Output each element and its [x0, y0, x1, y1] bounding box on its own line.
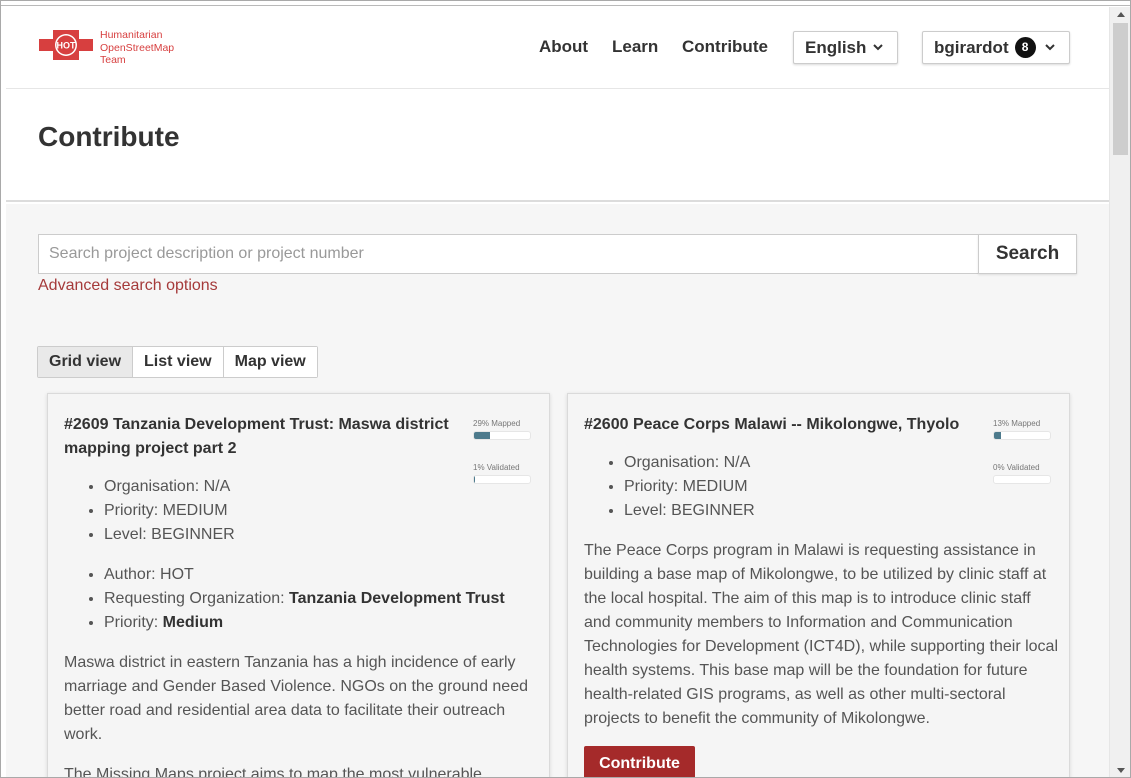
requesting-organization: Requesting Organization: Tanzania Develo…: [104, 587, 539, 611]
validated-label: 1% Validated: [473, 463, 520, 472]
priority-value: Medium: [162, 614, 224, 631]
logo-abbr: HOT: [57, 41, 77, 51]
user-menu-dropdown[interactable]: bgirardot 8: [922, 31, 1070, 64]
mapped-progress: 29% Mapped: [473, 419, 533, 440]
hot-logo[interactable]: HOT Humanitarian OpenStreetMap Team: [37, 27, 187, 67]
project-card[interactable]: #2609 Tanzania Development Trust: Maswa …: [47, 393, 550, 778]
scrollbar-thumb[interactable]: [1113, 23, 1128, 155]
nav-contribute[interactable]: Contribute: [682, 37, 768, 57]
nav-learn[interactable]: Learn: [612, 37, 658, 57]
project-details: Organisation: N/A Priority: MEDIUM Level…: [584, 451, 1059, 731]
project-info-list: Author: HOT Requesting Organization: Tan…: [64, 563, 539, 635]
page-title: Contribute: [38, 121, 180, 152]
project-meta-list: Organisation: N/A Priority: MEDIUM Level…: [64, 475, 539, 547]
project-description: Maswa district in eastern Tanzania has a…: [64, 654, 528, 743]
project-card[interactable]: #2600 Peace Corps Malawi -- Mikolongwe, …: [567, 393, 1070, 777]
title-area: Contribute: [6, 90, 1109, 202]
grid-view-button[interactable]: Grid view: [38, 347, 134, 377]
req-org-label: Requesting Organization:: [104, 590, 289, 607]
hot-logo-icon: HOT: [39, 30, 93, 60]
project-description: The Peace Corps program in Malawi is req…: [584, 542, 1058, 727]
main-content: Search Advanced search options Grid view…: [6, 204, 1109, 778]
mapped-progress: 13% Mapped: [993, 419, 1053, 440]
scroll-up-arrow-icon[interactable]: [1110, 7, 1131, 23]
priority: Priority: MEDIUM: [104, 499, 539, 523]
level: Level: BEGINNER: [104, 523, 539, 547]
list-view-button[interactable]: List view: [133, 347, 224, 377]
map-view-button[interactable]: Map view: [223, 347, 317, 377]
scroll-down-arrow-icon[interactable]: [1110, 762, 1131, 778]
window-top-edge: [1, 1, 1130, 6]
logo-line-1: Humanitarian: [100, 29, 163, 41]
organisation: Organisation: N/A: [624, 451, 1059, 475]
priority-detail: Priority: Medium: [104, 611, 539, 635]
req-org-value: Tanzania Development Trust: [289, 590, 505, 607]
language-label: English: [805, 37, 867, 57]
project-details: Organisation: N/A Priority: MEDIUM Level…: [64, 475, 539, 778]
author: Author: HOT: [104, 563, 539, 587]
chevron-down-icon: [873, 44, 883, 51]
search-input[interactable]: [38, 234, 979, 274]
chevron-down-icon: [1045, 44, 1055, 51]
priority-label: Priority:: [104, 614, 163, 631]
contribute-button[interactable]: Contribute: [584, 746, 695, 777]
logo-line-3: Team: [100, 54, 126, 66]
language-dropdown[interactable]: English: [793, 31, 898, 64]
mapped-label: 13% Mapped: [993, 419, 1041, 428]
level: Level: BEGINNER: [624, 499, 1059, 523]
site-header: HOT Humanitarian OpenStreetMap Team Abou…: [6, 7, 1109, 89]
browser-frame: HOT Humanitarian OpenStreetMap Team Abou…: [0, 0, 1131, 778]
project-meta-list: Organisation: N/A Priority: MEDIUM Level…: [584, 451, 1059, 523]
username: bgirardot: [934, 37, 1009, 57]
priority: Priority: MEDIUM: [624, 475, 1059, 499]
mapped-bar: [993, 431, 1051, 440]
vertical-scrollbar[interactable]: [1109, 7, 1131, 778]
project-description-more: The Missing Maps project aims to map the…: [64, 766, 482, 778]
logo-text: Humanitarian OpenStreetMap Team: [100, 29, 174, 67]
project-title[interactable]: #2600 Peace Corps Malawi -- Mikolongwe, …: [584, 413, 1004, 437]
search-button[interactable]: Search: [978, 234, 1077, 274]
nav-about[interactable]: About: [539, 37, 588, 57]
project-title[interactable]: #2609 Tanzania Development Trust: Maswa …: [64, 413, 484, 461]
organisation: Organisation: N/A: [104, 475, 539, 499]
mapped-bar: [473, 431, 531, 440]
view-toggle-group: Grid view List view Map view: [37, 346, 318, 378]
mapped-bar-fill: [994, 432, 1002, 439]
notification-badge[interactable]: 8: [1014, 37, 1036, 58]
logo-line-2: OpenStreetMap: [100, 41, 175, 54]
mapped-label: 29% Mapped: [473, 419, 521, 428]
advanced-search-link[interactable]: Advanced search options: [38, 277, 218, 295]
mapped-bar-fill: [474, 432, 491, 439]
